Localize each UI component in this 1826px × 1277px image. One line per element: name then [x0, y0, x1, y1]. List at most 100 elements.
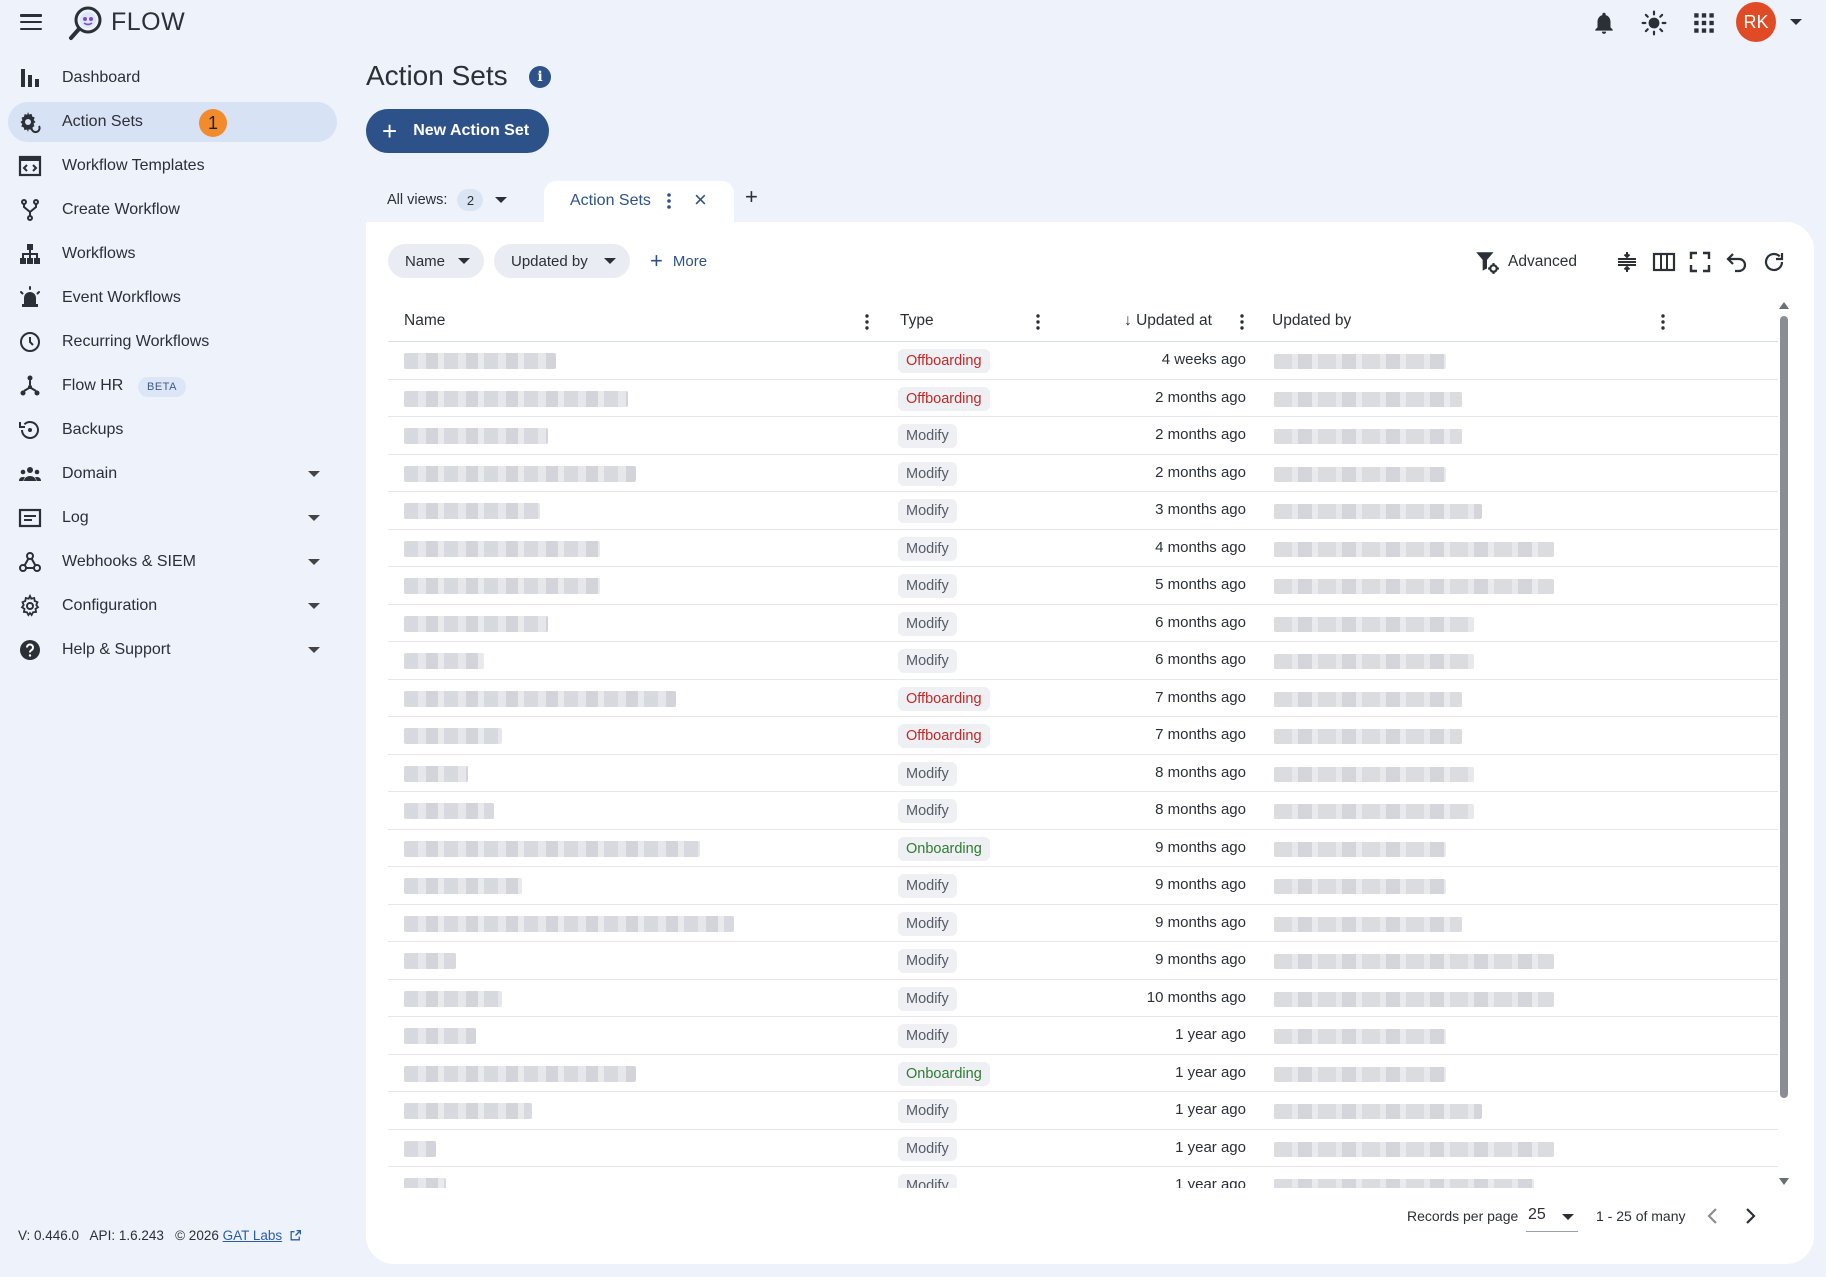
table-row[interactable]: Modify 2 months ago — [388, 455, 1778, 492]
sidebar-item-domain[interactable]: Domain — [8, 454, 337, 494]
column-menu-icon[interactable] — [864, 313, 870, 331]
table-row[interactable]: Offboarding 4 weeks ago — [388, 342, 1778, 380]
previous-page-icon[interactable] — [1701, 1204, 1725, 1228]
table-row[interactable]: Modify 5 months ago — [388, 567, 1778, 605]
fullscreen-icon[interactable] — [1688, 250, 1712, 274]
redacted-updated-by-cell — [1274, 991, 1554, 1007]
account-chevron-down-icon[interactable] — [1790, 19, 1802, 25]
advanced-filter-button[interactable]: Advanced — [1474, 249, 1577, 275]
column-menu-icon[interactable] — [1239, 313, 1245, 331]
type-chip: Offboarding — [898, 724, 990, 748]
table-row[interactable]: Modify 1 year ago — [388, 1017, 1778, 1055]
gat-labs-link[interactable]: GAT Labs — [223, 1228, 283, 1243]
column-header-name[interactable]: Name — [404, 312, 445, 330]
sidebar-item-workflows[interactable]: Workflows — [8, 234, 337, 274]
new-action-set-button[interactable]: + New Action Set — [366, 109, 549, 153]
sidebar-item-action-sets[interactable]: Action Sets 1 — [8, 102, 337, 142]
updated-at-cell: 1 year ago — [1175, 1176, 1246, 1188]
more-vert-icon[interactable] — [666, 191, 672, 211]
close-tab-icon[interactable]: × — [694, 189, 707, 211]
table-row[interactable]: Modify 9 months ago — [388, 867, 1778, 905]
bell-icon[interactable] — [1591, 10, 1617, 36]
type-chip: Offboarding — [898, 349, 990, 373]
redacted-name-cell — [404, 803, 494, 819]
updated-by-filter-chip[interactable]: Updated by — [494, 244, 630, 278]
table-row[interactable]: Modify 6 months ago — [388, 605, 1778, 642]
columns-icon[interactable] — [1652, 250, 1676, 274]
redacted-updated-by-cell — [1274, 429, 1462, 444]
table-row[interactable]: Modify 10 months ago — [388, 980, 1778, 1017]
name-filter-chip[interactable]: Name — [388, 244, 484, 278]
sidebar-item-create-workflow[interactable]: Create Workflow — [8, 190, 337, 230]
redacted-updated-by-cell — [1274, 691, 1462, 707]
tab-action-sets[interactable]: Action Sets × — [544, 181, 734, 225]
table-row[interactable]: Modify 8 months ago — [388, 755, 1778, 792]
sidebar-item-dashboard[interactable]: Dashboard — [8, 58, 337, 98]
info-icon[interactable]: i — [529, 66, 551, 88]
redacted-name-cell — [404, 1103, 532, 1119]
column-menu-icon[interactable] — [1660, 313, 1666, 331]
chevron-down-icon — [495, 197, 508, 203]
table-row[interactable]: Offboarding 7 months ago — [388, 717, 1778, 755]
type-chip: Modify — [898, 986, 957, 1011]
column-header-updated-by[interactable]: Updated by — [1272, 312, 1351, 330]
brightness-icon[interactable] — [1641, 10, 1667, 36]
table-scrollbar[interactable] — [1778, 302, 1790, 1188]
table-row[interactable]: Modify 9 months ago — [388, 905, 1778, 942]
scroll-up-arrow[interactable] — [1779, 302, 1789, 309]
sidebar-item-backups[interactable]: Backups — [8, 410, 337, 450]
refresh-icon[interactable] — [1762, 250, 1786, 274]
type-chip: Modify — [898, 874, 957, 898]
scrollbar-thumb[interactable] — [1780, 316, 1788, 1098]
table-row[interactable]: Onboarding 9 months ago — [388, 830, 1778, 867]
table-row[interactable]: Modify 6 months ago — [388, 642, 1778, 680]
table-row[interactable]: Modify 1 year ago — [388, 1130, 1778, 1167]
table-row[interactable]: Modify 1 year ago — [388, 1167, 1778, 1188]
updated-at-cell: 9 months ago — [1155, 838, 1246, 856]
column-menu-icon[interactable] — [1035, 313, 1041, 331]
table-row[interactable]: Modify 1 year ago — [388, 1092, 1778, 1130]
undo-icon[interactable] — [1725, 250, 1749, 274]
sidebar-item-recurring-workflows[interactable]: Recurring Workflows — [8, 322, 337, 362]
table-row[interactable]: Modify 4 months ago — [388, 530, 1778, 567]
external-link-icon[interactable] — [289, 1229, 302, 1242]
density-icon[interactable] — [1615, 250, 1639, 274]
sidebar-item-flow-hr[interactable]: Flow HR BETA — [8, 366, 337, 406]
sidebar-item-event-workflows[interactable]: Event Workflows — [8, 278, 337, 318]
all-views-selector[interactable]: All views: 2 — [387, 189, 508, 211]
table-row[interactable]: Modify 2 months ago — [388, 417, 1778, 455]
updated-at-cell: 1 year ago — [1175, 1138, 1246, 1156]
updated-at-cell: 3 months ago — [1155, 501, 1246, 518]
table-row[interactable]: Onboarding 1 year ago — [388, 1055, 1778, 1092]
column-header-updated-at[interactable]: ↓ Updated at — [1124, 312, 1212, 330]
apps-grid-icon[interactable] — [1691, 10, 1717, 36]
menu-icon[interactable] — [20, 14, 42, 30]
redacted-name-cell — [404, 653, 484, 669]
user-avatar[interactable]: RK — [1736, 2, 1776, 42]
redacted-updated-by-cell — [1274, 804, 1474, 819]
updated-at-cell: 6 months ago — [1155, 613, 1246, 631]
type-chip: Modify — [898, 799, 957, 823]
records-per-page-select[interactable]: 25 — [1526, 1202, 1578, 1232]
sidebar-item-workflow-templates[interactable]: Workflow Templates — [8, 146, 337, 186]
sidebar-item-webhooks-siem[interactable]: Webhooks & SIEM — [8, 542, 337, 582]
records-per-page-value: 25 — [1528, 1206, 1546, 1223]
updated-at-cell: 2 months ago — [1155, 426, 1246, 443]
records-per-page-label: Records per page — [1407, 1208, 1519, 1224]
more-filters-button[interactable]: + More — [650, 250, 707, 272]
next-page-icon[interactable] — [1738, 1204, 1762, 1228]
table-row[interactable]: Modify 9 months ago — [388, 942, 1778, 980]
table-row[interactable]: Modify 8 months ago — [388, 792, 1778, 830]
table-row[interactable]: Offboarding 2 months ago — [388, 380, 1778, 417]
sidebar-item-configuration[interactable]: Configuration — [8, 586, 337, 626]
column-header-type[interactable]: Type — [900, 312, 934, 330]
sidebar-item-label: Domain — [62, 465, 118, 482]
scroll-down-arrow[interactable] — [1779, 1178, 1789, 1185]
sidebar-item-help-support[interactable]: Help & Support — [8, 630, 337, 670]
table-row[interactable]: Offboarding 7 months ago — [388, 680, 1778, 717]
table-row[interactable]: Modify 3 months ago — [388, 492, 1778, 530]
add-tab-icon[interactable]: + — [745, 186, 758, 208]
flow-logo-icon — [69, 6, 102, 40]
redacted-name-cell — [404, 690, 676, 707]
sidebar-item-log[interactable]: Log — [8, 498, 337, 538]
